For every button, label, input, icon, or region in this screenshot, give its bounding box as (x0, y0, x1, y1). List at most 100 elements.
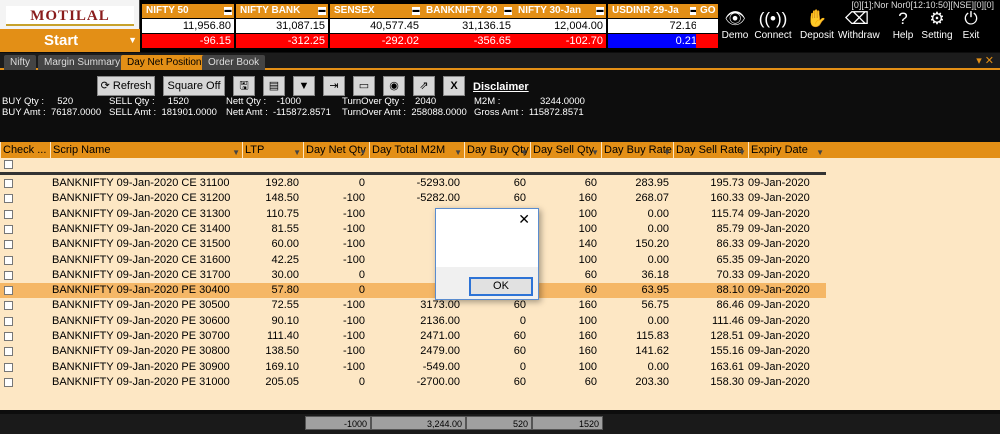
filter-icon[interactable]: ▼ (816, 145, 824, 158)
cell-sell: 100 (578, 253, 597, 266)
cell-srate: 128.51 (710, 330, 744, 342)
minimize-icon[interactable]: ▬ (504, 7, 512, 15)
column-label: LTP (245, 144, 265, 156)
row-checkbox[interactable] (4, 240, 13, 250)
ticker-2[interactable]: NIFTY BANK ▬ 31,087.15 -312.25 (236, 4, 328, 48)
cell-ltp: 30.00 (271, 268, 299, 281)
table-row[interactable]: BANKNIFTY 09-Jan-2020 PE 30800 138.50 -100… (0, 344, 826, 359)
table-row[interactable]: BANKNIFTY 09-Jan-2020 CE 31300 110.75 -100… (0, 207, 826, 222)
import-icon[interactable]: ⇥ (323, 76, 345, 96)
row-checkbox[interactable] (4, 301, 13, 311)
column-header-day-buy-rate[interactable]: Day Buy Rate ▼ (601, 142, 673, 158)
column-label: Day Sell Qty (533, 144, 595, 156)
column-header-check[interactable]: Check ... (0, 142, 50, 158)
table-row[interactable]: BANKNIFTY 09-Jan-2020 CE 31200 148.50 -100… (0, 191, 826, 206)
row-checkbox[interactable] (4, 255, 13, 265)
exit-button[interactable]: ⏻ Exit (952, 8, 990, 48)
cell-srate: 155.16 (710, 345, 744, 358)
table-row[interactable]: BANKNIFTY 09-Jan-2020 PE 30900 169.10 -100… (0, 360, 826, 375)
demo-button[interactable]: 👁 Demo (716, 8, 754, 48)
row-checkbox[interactable] (4, 362, 13, 372)
disclaimer-link[interactable]: Disclaimer (473, 81, 529, 93)
monitor-icon[interactable]: ▭ (353, 76, 375, 96)
row-checkbox[interactable] (4, 209, 13, 219)
square-off-button[interactable]: Square Off (163, 76, 225, 96)
ticker-3[interactable]: SENSEX ▬ 40,577.45 -292.02 (330, 4, 422, 48)
table-row[interactable]: BANKNIFTY 09-Jan-2020 PE 30700 111.40 -100… (0, 329, 826, 344)
ticker-4[interactable]: BANKNIFTY 30 ▬ 31,136.15 -356.65 (422, 4, 514, 48)
table-row[interactable]: BANKNIFTY 09-Jan-2020 CE 31500 60.00 -100 1… (0, 237, 826, 252)
minimize-icon[interactable]: ▬ (224, 7, 232, 15)
tab-day-net-position[interactable]: Day Net Position (121, 55, 208, 70)
minimize-icon[interactable]: ▬ (412, 7, 420, 15)
cell-ltp: 148.50 (265, 192, 299, 205)
dialog-close-icon[interactable]: ✕ (518, 211, 530, 228)
connect-button[interactable]: ((•)) Connect (754, 8, 792, 48)
filter-icon[interactable]: ▼ (293, 76, 315, 96)
withdraw-button[interactable]: ⌫ Withdraw (838, 8, 880, 48)
filter-icon[interactable]: ▼ (293, 145, 301, 158)
column-header-day-sell-qty[interactable]: Day Sell Qty ▼ (530, 142, 601, 158)
table-row[interactable]: BANKNIFTY 09-Jan-2020 CE 3170030.0002060… (0, 268, 826, 283)
cell-scrip: BANKNIFTY 09-Jan-2020 CE 31400 (52, 222, 231, 235)
ticker-1[interactable]: NIFTY 50 ▬ 11,956.80 -96.15 (142, 4, 234, 48)
row-checkbox[interactable] (4, 194, 13, 204)
minimize-icon[interactable]: ▬ (596, 7, 604, 15)
table-row[interactable]: BANKNIFTY 09-Jan-2020 CE 31100 192.80 0 -52… (0, 176, 826, 191)
setting-button[interactable]: ⚙ Setting (918, 8, 956, 48)
column-header-ltp[interactable]: LTP ▼ (242, 142, 303, 158)
table-row[interactable]: BANKNIFTY 09-Jan-2020 PE 30600 90.10 -100 2… (0, 314, 826, 329)
filter-icon[interactable]: ▼ (454, 145, 462, 158)
dropdown-icon[interactable]: ▾ (976, 55, 982, 67)
cell-ltp: 111.40 (266, 330, 299, 342)
eye-icon[interactable]: ◉ (383, 76, 405, 96)
filter-icon[interactable]: ▼ (232, 145, 240, 158)
deposit-button[interactable]: ✋ Deposit (798, 8, 836, 48)
filter-icon[interactable]: ▼ (738, 145, 746, 158)
filter-icon[interactable]: ▼ (520, 145, 528, 158)
filter-icon[interactable]: ▼ (663, 145, 671, 158)
column-header-expiry-date[interactable]: Expiry Date ▼ (748, 142, 826, 158)
popout-icon[interactable]: ⇗ (413, 76, 435, 96)
close-icon[interactable]: ✕ (985, 55, 994, 67)
refresh-icon: ⟳ (100, 80, 110, 92)
row-checkbox[interactable] (4, 377, 13, 387)
table-row[interactable]: BANKNIFTY 09-Jan-2020 PE 30500 72.55 -100 3… (0, 298, 826, 313)
ticker-5[interactable]: NIFTY 30-Jan ▬ 12,004.00 -102.70 (514, 4, 606, 48)
row-checkbox[interactable] (4, 224, 13, 234)
ok-button[interactable]: OK (469, 277, 533, 296)
row-checkbox[interactable] (4, 286, 13, 296)
column-header-day-buy-qty[interactable]: Day Buy Qty ▼ (464, 142, 530, 158)
tab-nifty[interactable]: Nifty (4, 55, 36, 70)
column-header-day-total-m2m[interactable]: Day Total M2M ▼ (369, 142, 464, 158)
table-row[interactable]: BANKNIFTY 09-Jan-2020 CE 3140081.55-1004… (0, 222, 826, 237)
export-icon[interactable]: ▤ (263, 76, 285, 96)
table-row[interactable]: BANKNIFTY 09-Jan-2020 PE 31000 205.05 0 -27… (0, 375, 826, 390)
row-checkbox[interactable] (4, 332, 13, 341)
save-icon[interactable]: 🖫 (233, 76, 255, 96)
row-checkbox[interactable] (4, 347, 13, 357)
table-row[interactable]: BANKNIFTY 09-Jan-2020 CE 3160042.25-1002… (0, 253, 826, 268)
help-button[interactable]: ? Help (884, 8, 922, 48)
row-checkbox[interactable] (4, 316, 13, 326)
tab-margin-summary[interactable]: Margin Summary (38, 55, 127, 70)
filter-checkbox[interactable] (4, 160, 13, 169)
close-x-button[interactable]: X (443, 76, 465, 96)
refresh-button[interactable]: ⟳ Refresh (97, 76, 155, 96)
ticker-6[interactable]: USDINR 29-Ja ▬ 72.16 0.21 (608, 4, 700, 48)
ticker-7[interactable]: GO (696, 4, 718, 48)
table-row[interactable]: BANKNIFTY 09-Jan-2020 PE 3040057.8001460… (0, 283, 826, 299)
column-header-scrip-name[interactable]: Scrip Name ▼ (50, 142, 242, 158)
cell-sell: 140 (578, 238, 597, 251)
tab-order-book[interactable]: Order Book (202, 55, 266, 70)
filter-icon[interactable]: ▼ (359, 145, 367, 158)
column-header-day-net-qty[interactable]: Day Net Qty ▼ (303, 142, 369, 158)
start-button[interactable]: Start ▼ (0, 29, 140, 52)
nett-qty-value: -1000 (276, 96, 301, 107)
row-checkbox[interactable] (4, 270, 13, 280)
minimize-icon[interactable]: ▬ (318, 7, 326, 15)
filter-icon[interactable]: ▼ (591, 145, 599, 158)
column-header-day-sell-rate[interactable]: Day Sell Rate ▼ (673, 142, 748, 158)
row-checkbox[interactable] (4, 179, 13, 188)
turnover-qty-label: TurnOver Qty : (342, 96, 405, 107)
